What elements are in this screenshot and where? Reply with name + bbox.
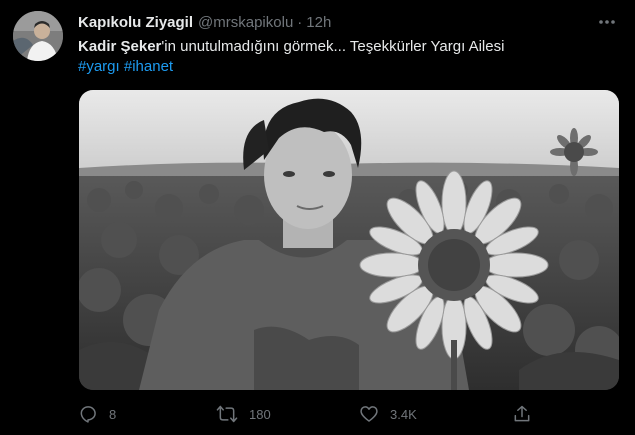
- reply-icon: [80, 406, 96, 423]
- tweet-actions: 8 180 3.4K: [78, 403, 538, 425]
- more-options-button[interactable]: [597, 12, 617, 32]
- display-name[interactable]: Kapıkolu Ziyagil: [78, 14, 193, 31]
- tweet-header: Kapıkolu Ziyagil @mrskapikolu · 12h: [78, 12, 331, 32]
- retweet-button[interactable]: 180: [216, 403, 271, 425]
- avatar-image: [13, 11, 63, 61]
- reply-count: 8: [109, 406, 117, 422]
- tweet[interactable]: Kapıkolu Ziyagil @mrskapikolu · 12h Kadi…: [0, 0, 635, 435]
- separator-dot: ·: [297, 13, 303, 31]
- share-button[interactable]: [512, 403, 532, 425]
- like-count: 3.4K: [390, 406, 417, 422]
- timestamp[interactable]: 12h: [306, 14, 331, 31]
- reply-button[interactable]: 8: [78, 403, 116, 425]
- retweet-count: 180: [249, 406, 271, 422]
- hashtag-line: #yargı #ihanet: [78, 57, 618, 77]
- tweet-body-text: 'in unutulmadığını görmek... Teşekkürler…: [161, 38, 505, 55]
- photo-image: [79, 90, 619, 390]
- mention-text: Kadir Şeker: [78, 38, 162, 55]
- retweet-icon: [216, 405, 238, 423]
- tweet-text-line: Kadir Şeker'in unutulmadığını görmek... …: [78, 37, 618, 57]
- more-horizontal-icon: [599, 20, 615, 24]
- like-button[interactable]: 3.4K: [359, 403, 417, 425]
- share-icon: [514, 405, 530, 422]
- tweet-text: Kadir Şeker'in unutulmadığını görmek... …: [78, 37, 618, 77]
- heart-icon: [360, 406, 378, 422]
- hashtag-link[interactable]: #yargı: [78, 58, 120, 75]
- tweet-photo[interactable]: [79, 90, 619, 390]
- user-handle[interactable]: @mrskapikolu: [198, 14, 293, 31]
- hashtag-link[interactable]: #ihanet: [124, 58, 173, 75]
- avatar[interactable]: [13, 11, 63, 61]
